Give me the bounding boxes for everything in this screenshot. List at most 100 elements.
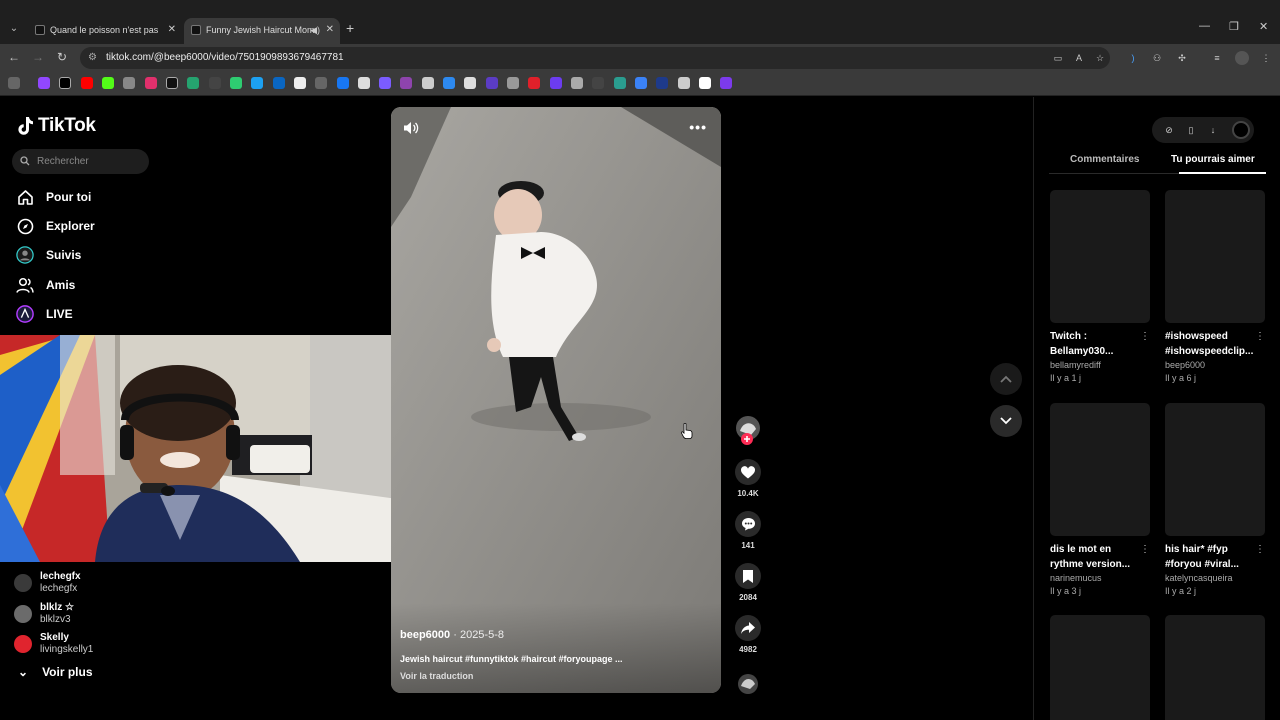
- browser-tab-1[interactable]: Quand le poisson n'est pas dans ✕: [28, 18, 182, 44]
- tiktok-logo[interactable]: TikTok: [16, 115, 96, 137]
- back-icon[interactable]: ←: [6, 49, 22, 65]
- extension-icon[interactable]: ⚇: [1150, 51, 1164, 65]
- video-thumbnail[interactable]: [1050, 190, 1150, 323]
- browser-menu-icon[interactable]: ⋮: [1259, 51, 1273, 65]
- bookmark-icon[interactable]: [358, 77, 370, 89]
- video-thumbnail[interactable]: [1165, 190, 1265, 323]
- tab-recommendations[interactable]: Tu pourrais aimer: [1171, 154, 1255, 165]
- tab-comments[interactable]: Commentaires: [1070, 154, 1139, 165]
- more-options-icon[interactable]: ⋮: [1140, 331, 1150, 342]
- bookmark-icon[interactable]: [592, 77, 604, 89]
- restore-icon[interactable]: ❐: [1229, 20, 1239, 33]
- media-control-icon[interactable]: ≡: [1210, 51, 1224, 65]
- bookmark-icon[interactable]: [678, 77, 690, 89]
- reload-icon[interactable]: ↻: [54, 49, 70, 65]
- recommendation-card[interactable]: dis le mot en rythme version... ⋮ narine…: [1050, 403, 1150, 598]
- creator-avatar-button[interactable]: [734, 415, 762, 454]
- previous-video-button[interactable]: [990, 363, 1022, 395]
- bookmark-icon[interactable]: [656, 77, 668, 89]
- twitch-bookmark-icon[interactable]: [38, 77, 50, 89]
- tiktok-bookmark-icon[interactable]: [166, 77, 178, 89]
- recommendation-card[interactable]: #ishowspeed #ishowspeedclip... ⋮ beep600…: [1165, 190, 1265, 385]
- bookmark-icon[interactable]: [614, 77, 626, 89]
- bookmark-icon[interactable]: [507, 77, 519, 89]
- apps-grid-icon[interactable]: [8, 77, 20, 89]
- profile-avatar-icon[interactable]: [1235, 51, 1249, 65]
- see-more-button[interactable]: ⌄ Voir plus: [18, 665, 93, 679]
- bookmark-icon[interactable]: [209, 77, 221, 89]
- bookmark-icon[interactable]: [400, 77, 412, 89]
- video-thumbnail[interactable]: [1165, 615, 1265, 720]
- close-tab-icon[interactable]: ✕: [168, 18, 176, 42]
- minimize-icon[interactable]: —: [1199, 20, 1210, 32]
- video-thumbnail[interactable]: [1050, 615, 1150, 720]
- video-author[interactable]: beep6000 · 2025-5-8: [400, 629, 504, 641]
- extension-icon[interactable]: ): [1126, 51, 1140, 65]
- recommendation-card[interactable]: [1165, 615, 1265, 720]
- translate-link[interactable]: Voir la traduction: [400, 671, 473, 681]
- bookmark-icon[interactable]: [550, 77, 562, 89]
- bookmark-icon[interactable]: [443, 77, 455, 89]
- following-account[interactable]: lechegfx lechegfx: [14, 571, 81, 595]
- close-window-icon[interactable]: ✕: [1259, 20, 1268, 33]
- new-tab-button[interactable]: +: [346, 20, 354, 36]
- video-caption[interactable]: Jewish haircut #funnytiktok #haircut #fo…: [400, 654, 623, 664]
- following-account[interactable]: Skelly livingskelly1: [14, 632, 93, 656]
- more-options-icon[interactable]: ⋮: [1255, 331, 1265, 342]
- save-button[interactable]: 2084: [734, 563, 762, 602]
- bookmark-icon[interactable]: [230, 77, 242, 89]
- close-tab-icon[interactable]: ✕: [326, 18, 334, 42]
- nav-amis[interactable]: Amis: [16, 274, 75, 296]
- x-bookmark-icon[interactable]: [59, 77, 71, 89]
- kick-bookmark-icon[interactable]: [102, 77, 114, 89]
- nav-pour-toi[interactable]: Pour toi: [16, 186, 91, 208]
- comment-button[interactable]: 141: [734, 511, 762, 550]
- search-input[interactable]: Rechercher: [12, 149, 149, 174]
- nav-suivis[interactable]: Suivis: [16, 244, 81, 266]
- recommendation-card[interactable]: Twitch : Bellamy030... ⋮ bellamyrediff I…: [1050, 190, 1150, 385]
- bookmark-icon[interactable]: [699, 77, 711, 89]
- avatar[interactable]: [1232, 121, 1250, 139]
- bookmark-icon[interactable]: [187, 77, 199, 89]
- bookmark-star-icon[interactable]: ☆: [1093, 51, 1107, 65]
- download-icon[interactable]: ↓: [1206, 123, 1220, 137]
- video-player[interactable]: ••• beep6000 · 2025-5-8 Jewish haircut #…: [391, 107, 721, 693]
- bookmark-icon[interactable]: [379, 77, 391, 89]
- more-options-icon[interactable]: ⋮: [1255, 544, 1265, 555]
- tab-audio-icon[interactable]: ◀): [310, 18, 320, 42]
- bookmark-icon[interactable]: [486, 77, 498, 89]
- youtube-bookmark-icon[interactable]: [81, 77, 93, 89]
- nav-explorer[interactable]: Explorer: [16, 215, 95, 237]
- share-button[interactable]: 4982: [734, 615, 762, 654]
- nav-live[interactable]: LIVE: [16, 303, 73, 325]
- translate-icon[interactable]: A: [1072, 51, 1086, 65]
- info-bookmark-icon[interactable]: [294, 77, 306, 89]
- bookmark-icon[interactable]: [528, 77, 540, 89]
- music-disc-button[interactable]: [734, 673, 762, 700]
- install-app-icon[interactable]: ▭: [1051, 51, 1065, 65]
- bookmark-icon[interactable]: [123, 77, 135, 89]
- recommendation-card[interactable]: [1050, 615, 1150, 720]
- site-info-icon[interactable]: ⚙: [88, 47, 97, 69]
- more-options-icon[interactable]: •••: [689, 119, 707, 135]
- following-account[interactable]: blklz ☆ blklzv3: [14, 602, 74, 626]
- video-thumbnail[interactable]: [1165, 403, 1265, 536]
- bookmark-icon[interactable]: [422, 77, 434, 89]
- next-video-button[interactable]: [990, 405, 1022, 437]
- bookmark-icon[interactable]: [635, 77, 647, 89]
- browser-tab-2[interactable]: Funny Jewish Haircut Mome ◀) ✕: [184, 18, 340, 44]
- forward-icon[interactable]: →: [30, 49, 46, 65]
- bookmark-icon[interactable]: [464, 77, 476, 89]
- video-thumbnail[interactable]: [1050, 403, 1150, 536]
- url-field[interactable]: ⚙ tiktok.com/@beep6000/video/75019098936…: [80, 47, 1110, 69]
- bookmark-icon[interactable]: [571, 77, 583, 89]
- linkedin-bookmark-icon[interactable]: [273, 77, 285, 89]
- bookmark-icon[interactable]: [337, 77, 349, 89]
- compass-icon[interactable]: ⊘: [1162, 123, 1176, 137]
- volume-icon[interactable]: [403, 121, 419, 140]
- like-button[interactable]: 10.4K: [734, 459, 762, 498]
- phone-icon[interactable]: ▯: [1184, 123, 1198, 137]
- bookmark-icon[interactable]: [720, 77, 732, 89]
- extensions-puzzle-icon[interactable]: ✣: [1175, 51, 1189, 65]
- tab-search-chevron-icon[interactable]: ⌄: [6, 21, 22, 37]
